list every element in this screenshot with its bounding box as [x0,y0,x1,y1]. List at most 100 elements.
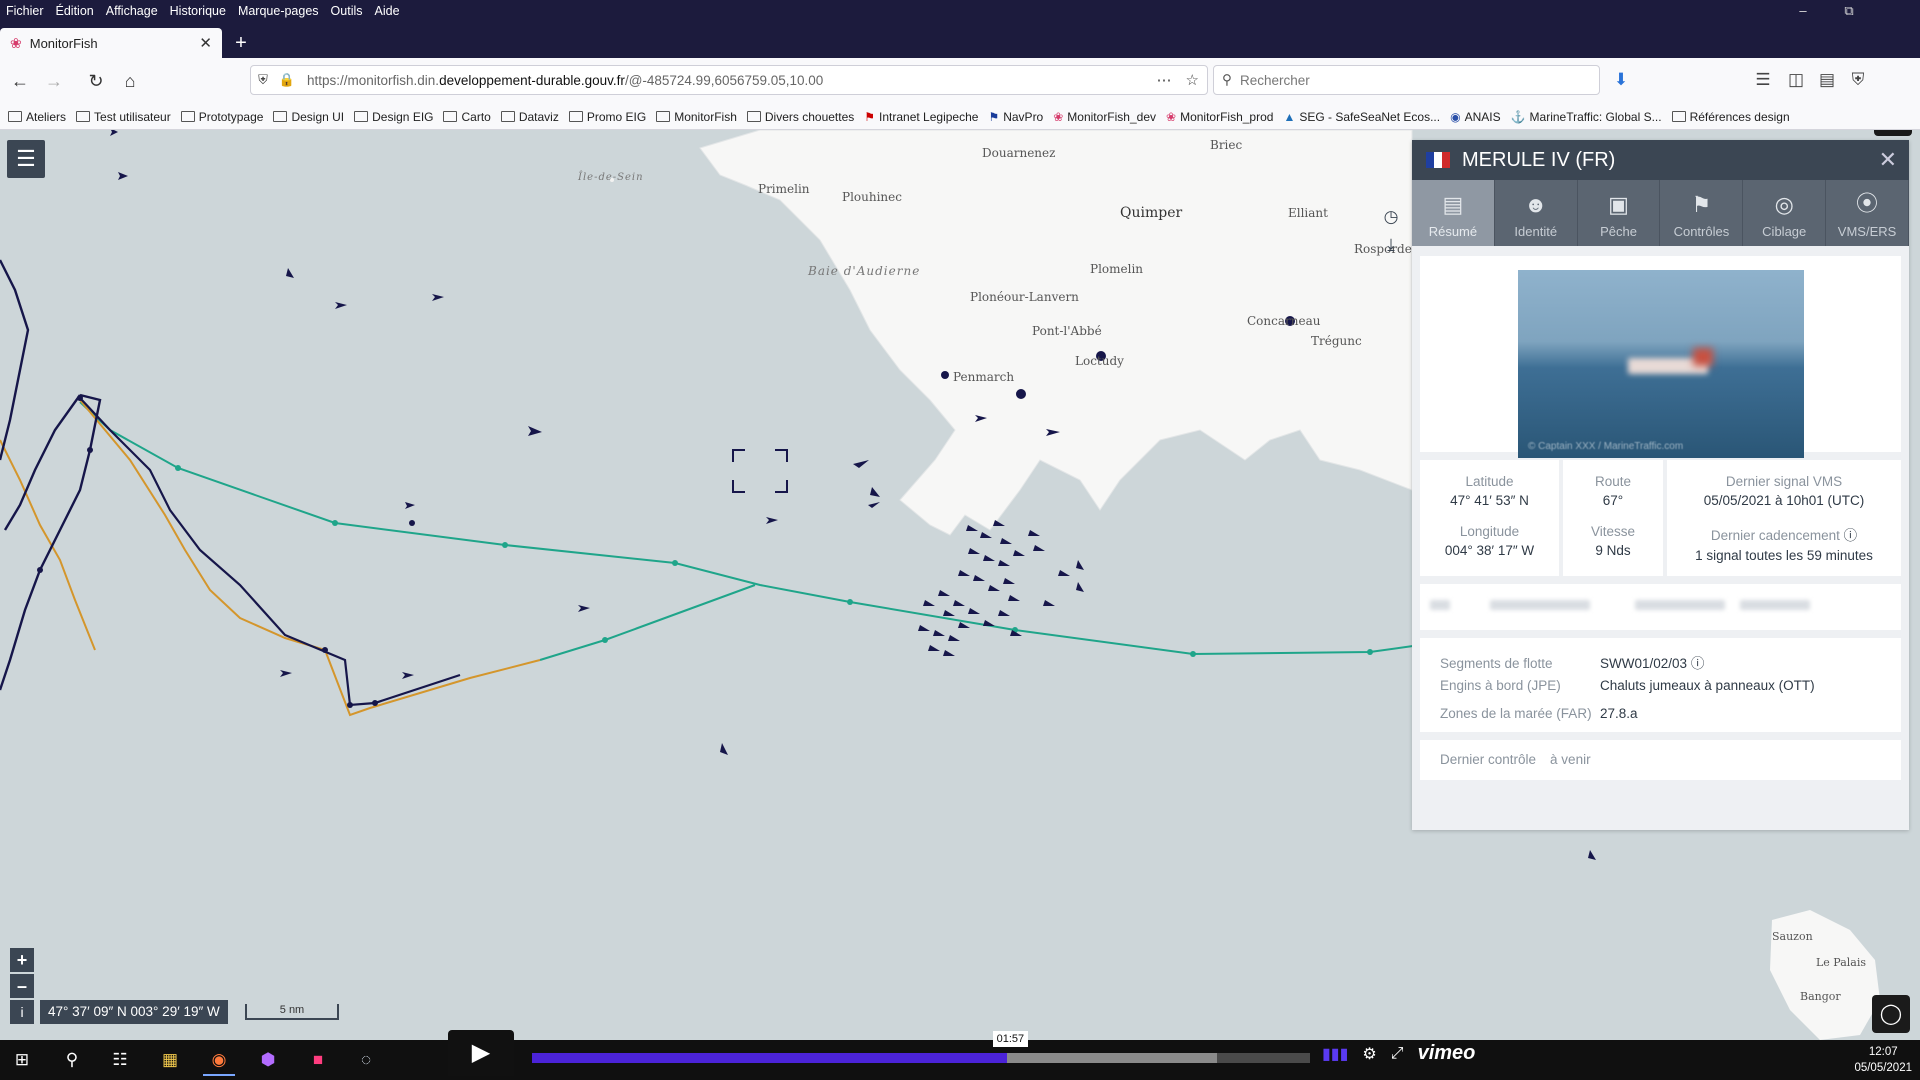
fullscreen-icon[interactable]: ⤢ [1391,1045,1404,1063]
tab-monitorfish[interactable]: ❀ MonitorFish ✕ [0,28,222,58]
reload-icon[interactable]: ↻ [82,67,110,95]
file-explorer-icon[interactable]: ▦ [154,1044,186,1076]
place-tregunc: Trégunc [1311,334,1362,348]
menu-edition[interactable]: Édition [50,0,100,22]
search-icon[interactable]: ⚲ [56,1044,88,1076]
bookmark-monitorfish-dev[interactable]: ❀ MonitorFish_dev [1053,110,1156,124]
windows-start-icon[interactable]: ⊞ [6,1044,38,1076]
bookmark-test-utilisateur[interactable]: Test utilisateur [76,110,171,124]
chat-button[interactable]: ◯ [1872,995,1910,1033]
video-progress-track[interactable] [532,1053,1310,1063]
vimeo-logo[interactable]: vimeo [1418,1042,1476,1065]
video-player-bar: ▶ 01:57 ▮▮▮ ⚙ ⤢ vimeo [448,1030,1920,1078]
minimize-icon[interactable]: – [1780,0,1826,22]
place-concarneau: Concarneau [1247,314,1321,328]
menu-marque-pages[interactable]: Marque-pages [232,0,325,22]
monitorfish-favicon-icon: ❀ [1166,109,1177,124]
firefox-icon[interactable]: ◉ [203,1044,235,1076]
reader-view-icon[interactable]: ▤ [1816,70,1838,90]
bookmark-safeseanet[interactable]: ▲ SEG - SafeSeaNet Ecos... [1283,110,1440,124]
chat-bubble-icon: ◯ [1879,1003,1903,1025]
latitude-label: Latitude [1465,474,1514,489]
place-plomelin: Plomelin [1090,262,1144,276]
tab-ciblage[interactable]: ◎ Ciblage [1743,180,1827,246]
back-icon[interactable]: ← [6,67,34,95]
menu-aide[interactable]: Aide [369,0,406,22]
sidebar-icon[interactable]: ◫ [1785,70,1807,90]
share-button[interactable]: ➤ [1874,130,1912,136]
zones-value: 27.8.a [1600,706,1638,721]
bookmark-divers-chouettes[interactable]: Divers chouettes [746,110,854,124]
tracking-shield-icon[interactable]: ⛨ [251,72,275,88]
layers-button[interactable]: ☰ [7,140,45,178]
download-icon[interactable]: ⬇ [1610,70,1632,90]
zoom-out-button[interactable]: – [10,974,34,998]
vms-cell: Dernier signal VMS 05/05/2021 à 10h01 (UT… [1667,460,1901,576]
address-bar[interactable]: ⛨ 🔒 https://monitorfish.din.developpemen… [250,65,1208,95]
bookmark-monitorfish-prod[interactable]: ❀ MonitorFish_prod [1166,110,1273,124]
bookmark-dataviz[interactable]: Dataviz [500,110,559,124]
search-bar[interactable]: ⚲ Rechercher [1213,65,1600,95]
menu-historique[interactable]: Historique [164,0,232,22]
place-le-palais: Le Palais [1816,956,1867,969]
tab-resume[interactable]: ▤ Résumé [1412,180,1495,246]
download-map-button[interactable]: ⤓ [1378,232,1404,258]
info-icon[interactable]: ⓘ [1844,528,1858,543]
bookmark-carto[interactable]: Carto [443,110,491,124]
play-button[interactable]: ▶ [448,1030,514,1076]
tab-peche[interactable]: ▣ Pêche [1578,180,1661,246]
summary-icon: ▤ [1442,192,1464,217]
indesign-icon[interactable]: ■ [302,1044,334,1076]
track-green-return [539,584,756,661]
library-icon[interactable]: ☰ [1752,70,1774,90]
bookmark-promo-eig[interactable]: Promo EIG [568,110,646,124]
bookmark-prototypage[interactable]: Prototypage [180,110,263,124]
mail-app-icon[interactable]: ⬢ [252,1044,284,1076]
photo-watermark: © Captain XXX / MarineTraffic.com [1528,441,1684,452]
forward-icon[interactable]: → [40,67,68,95]
history-button[interactable]: ◷ [1378,204,1404,230]
home-icon[interactable]: ⌂ [116,67,144,95]
menu-fichier[interactable]: Fichier [0,0,50,22]
vessel-header: MERULE IV (FR) ✕ [1412,140,1909,180]
lock-icon[interactable]: 🔒 [275,72,299,88]
folder-icon [656,111,671,122]
close-tab-icon[interactable]: ✕ [199,34,212,52]
bookmark-ateliers[interactable]: Ateliers [8,110,66,124]
cursor-coordinates[interactable]: 47° 37′ 09″ N 003° 29′ 19″ W [40,1000,228,1024]
bookmark-intranet-legipeche[interactable]: ⚑ Intranet Legipeche [864,110,978,124]
anais-logo-icon: ◉ [1450,109,1461,124]
place-baie-d-audierne: Baie d'Audierne [808,264,921,278]
bookmark-references-design[interactable]: Références design [1671,110,1790,124]
page-actions-icon[interactable]: ⋯ [1157,71,1172,89]
task-view-icon[interactable]: ☷ [104,1044,136,1076]
search-placeholder: Rechercher [1240,72,1310,88]
info-button[interactable]: i [10,1000,34,1024]
vessel-panel: MERULE IV (FR) ✕ ▤ Résumé ☻ Identité ▣ Pêch… [1412,140,1909,830]
app-icon[interactable]: ◌ [350,1044,382,1076]
volume-icon[interactable]: ▮▮▮ [1322,1044,1348,1064]
new-tab-icon[interactable]: + [230,32,252,54]
tab-controles[interactable]: ⚑ Contrôles [1660,180,1744,246]
bookmark-design-eig[interactable]: Design EIG [354,110,433,124]
bookmark-monitorfish[interactable]: MonitorFish [656,110,737,124]
extension-icon[interactable]: ⛨ [1847,70,1869,90]
zoom-in-button[interactable]: + [10,948,34,972]
fleet-segments-label: Segments de flotte [1440,656,1553,671]
menu-affichage[interactable]: Affichage [100,0,164,22]
bookmark-design-ui[interactable]: Design UI [273,110,344,124]
tab-vms-ers[interactable]: ⦿ VMS/ERS [1826,180,1909,246]
bookmark-star-icon[interactable]: ☆ [1186,71,1199,89]
info-icon[interactable]: ⓘ [1691,656,1705,671]
cadence-label: Dernier cadencement [1710,528,1840,543]
bookmark-marinetraffic[interactable]: ⚓ MarineTraffic: Global S... [1511,110,1662,124]
speed-value: 9 Nds [1595,543,1631,558]
restore-icon[interactable]: ⧉ [1826,0,1872,22]
close-icon[interactable]: ✕ [1879,147,1897,173]
bookmark-navpro[interactable]: ⚑ NavPro [988,110,1043,124]
place-ile-de-sein: Île-de-Sein [578,172,644,183]
bookmark-anais[interactable]: ◉ ANAIS [1450,110,1501,124]
settings-gear-icon[interactable]: ⚙ [1362,1044,1376,1064]
menu-outils[interactable]: Outils [325,0,369,22]
tab-identite[interactable]: ☻ Identité [1495,180,1578,246]
